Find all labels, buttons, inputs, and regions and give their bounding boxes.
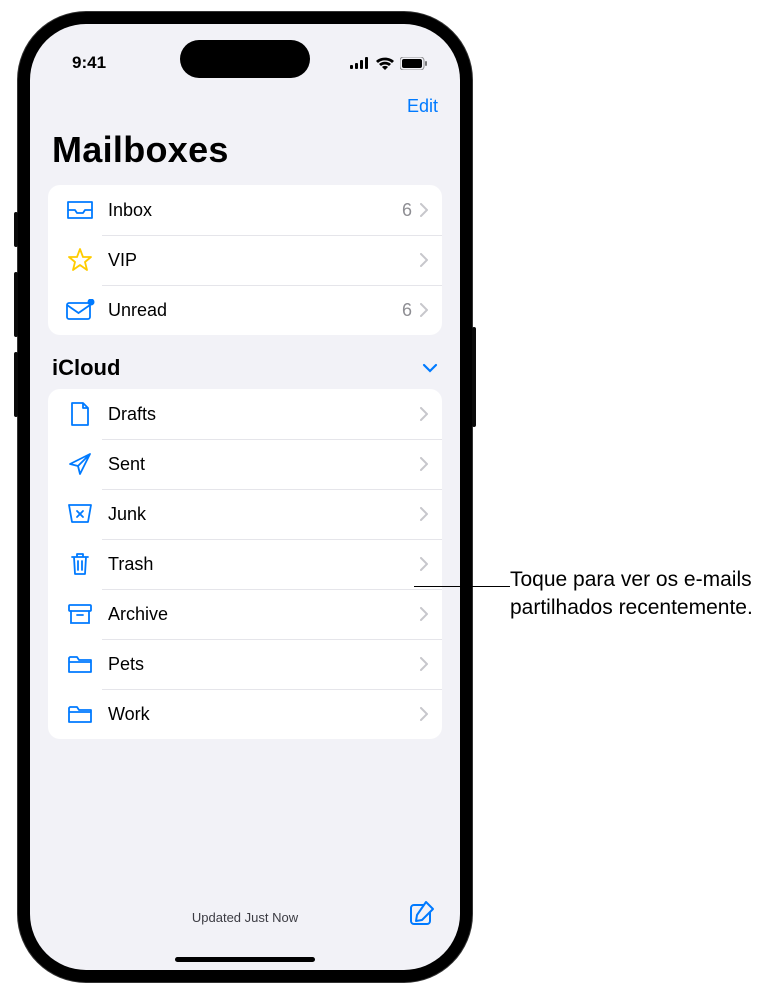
mailbox-pets[interactable]: Pets — [48, 639, 442, 689]
mailbox-inbox[interactable]: Inbox 6 — [48, 185, 442, 235]
mailbox-sent[interactable]: Sent — [48, 439, 442, 489]
sent-icon — [64, 448, 96, 480]
chevron-right-icon — [420, 253, 428, 267]
mailbox-unread[interactable]: Unread 6 — [48, 285, 442, 335]
volume-down — [14, 352, 18, 417]
row-label: Trash — [108, 554, 420, 575]
trash-icon — [64, 548, 96, 580]
status-time: 9:41 — [72, 53, 106, 73]
row-label: Unread — [108, 300, 402, 321]
row-count: 6 — [402, 200, 412, 221]
wifi-icon — [376, 57, 394, 70]
mute-switch — [14, 212, 18, 247]
favorites-list: Inbox 6 VIP — [48, 185, 442, 335]
volume-up — [14, 272, 18, 337]
callout-line — [414, 586, 510, 587]
dynamic-island — [180, 40, 310, 78]
folder-icon — [64, 698, 96, 730]
icloud-list: Drafts Sent Junk — [48, 389, 442, 739]
row-label: Pets — [108, 654, 420, 675]
mailbox-junk[interactable]: Junk — [48, 489, 442, 539]
chevron-right-icon — [420, 457, 428, 471]
section-header-icloud[interactable]: iCloud — [30, 355, 460, 389]
mailbox-trash[interactable]: Trash — [48, 539, 442, 589]
mailbox-vip[interactable]: VIP — [48, 235, 442, 285]
folder-icon — [64, 648, 96, 680]
chevron-right-icon — [420, 707, 428, 721]
chevron-right-icon — [420, 557, 428, 571]
chevron-right-icon — [420, 407, 428, 421]
chevron-right-icon — [420, 607, 428, 621]
row-label: Sent — [108, 454, 420, 475]
row-label: Work — [108, 704, 420, 725]
update-status: Updated Just Now — [192, 910, 298, 925]
chevron-right-icon — [420, 657, 428, 671]
callout-text: Toque para ver os e-mails partilhados re… — [510, 566, 770, 623]
side-button — [472, 327, 476, 427]
chevron-right-icon — [420, 303, 428, 317]
chevron-down-icon — [422, 363, 438, 373]
nav-bar: Edit — [30, 82, 460, 123]
chevron-right-icon — [420, 507, 428, 521]
mailbox-work[interactable]: Work — [48, 689, 442, 739]
row-label: Junk — [108, 504, 420, 525]
unread-icon — [64, 294, 96, 326]
section-title: iCloud — [52, 355, 120, 381]
cellular-icon — [350, 57, 370, 69]
archive-icon — [64, 598, 96, 630]
row-label: Drafts — [108, 404, 420, 425]
home-indicator[interactable] — [175, 957, 315, 962]
row-label: Inbox — [108, 200, 402, 221]
row-count: 6 — [402, 300, 412, 321]
draft-icon — [64, 398, 96, 430]
page-title: Mailboxes — [30, 123, 460, 185]
mailbox-drafts[interactable]: Drafts — [48, 389, 442, 439]
mailbox-archive[interactable]: Archive — [48, 589, 442, 639]
inbox-icon — [64, 194, 96, 226]
row-label: Archive — [108, 604, 420, 625]
screen: 9:41 Edit Mailbox — [30, 24, 460, 970]
chevron-right-icon — [420, 203, 428, 217]
star-icon — [64, 244, 96, 276]
status-icons — [350, 57, 428, 70]
compose-button[interactable] — [408, 899, 436, 932]
phone-frame: 9:41 Edit Mailbox — [18, 12, 472, 982]
battery-icon — [400, 57, 428, 70]
row-label: VIP — [108, 250, 420, 271]
edit-button[interactable]: Edit — [407, 96, 438, 117]
junk-icon — [64, 498, 96, 530]
